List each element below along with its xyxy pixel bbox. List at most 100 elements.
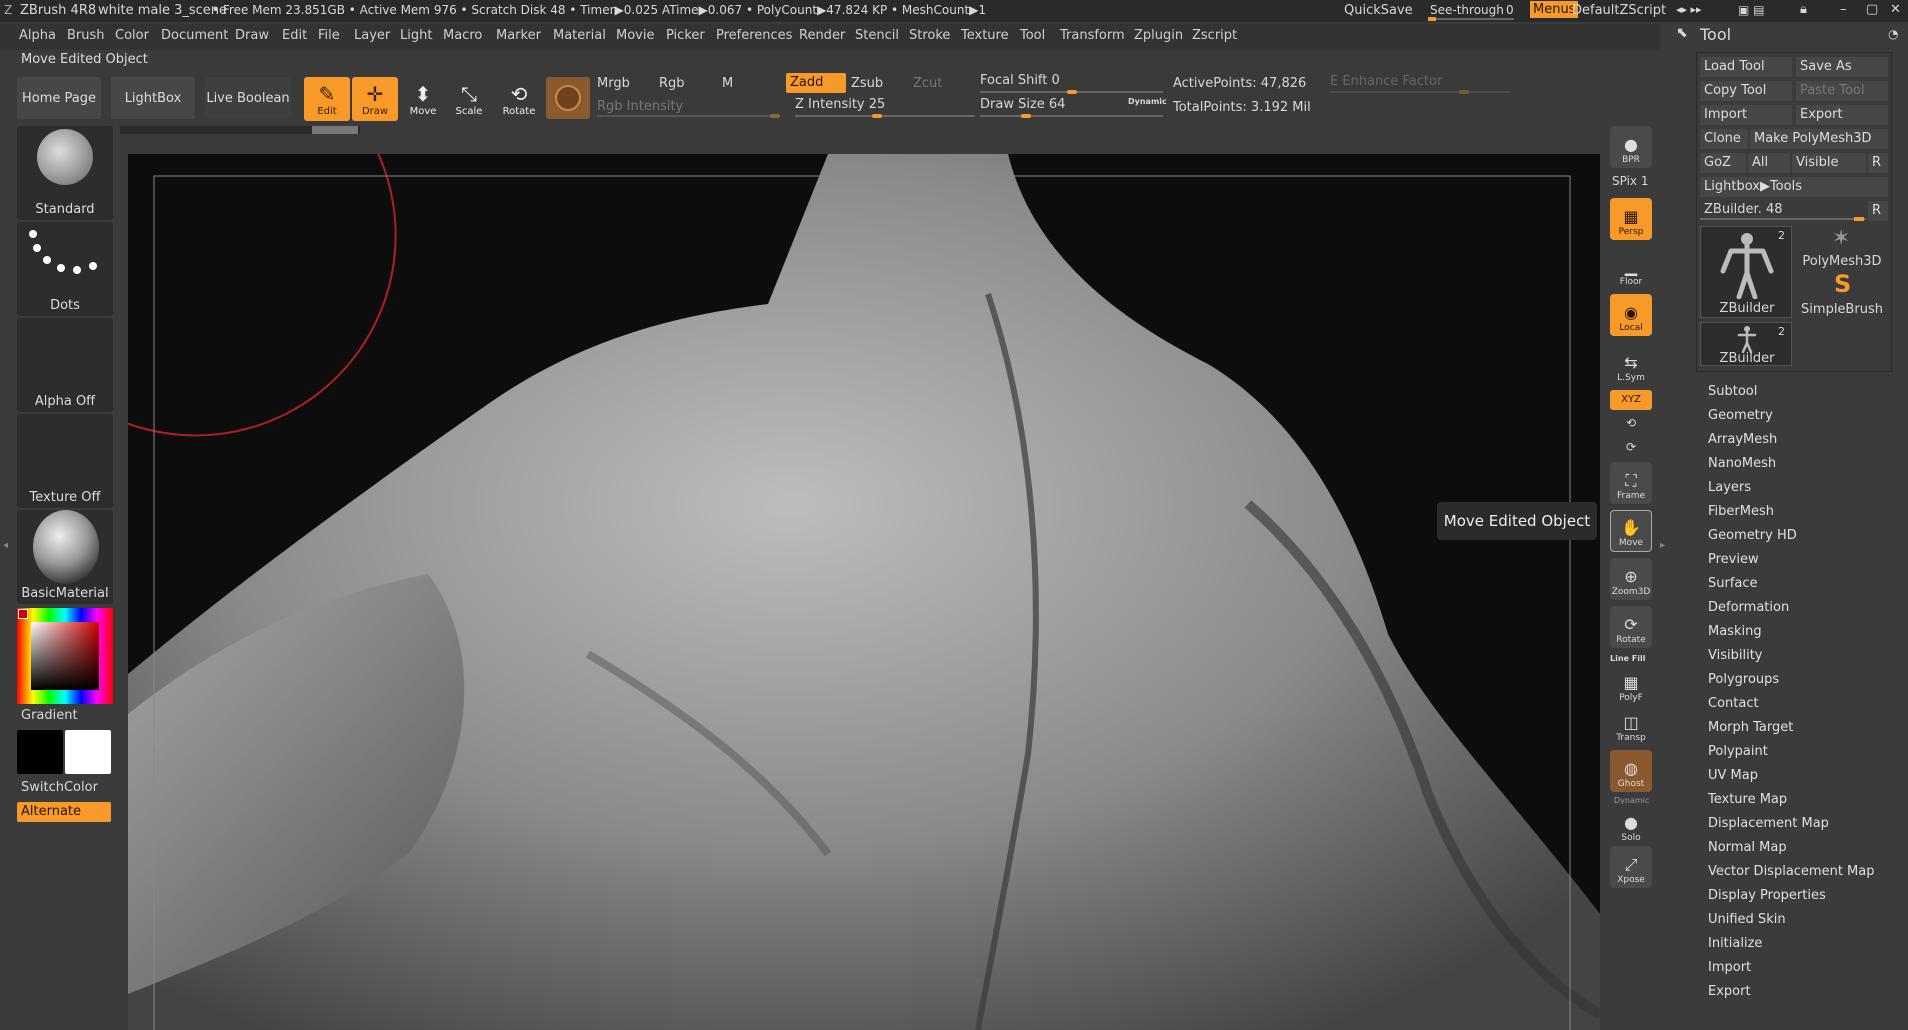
draw-mode-button[interactable]: ✛ Draw <box>352 77 398 121</box>
tool-thumb-zbuilder[interactable]: 2 ZBuilder <box>1700 226 1792 318</box>
copy-tool-button[interactable]: Copy Tool <box>1700 81 1792 101</box>
right-tray-collapse-icon[interactable]: ▸ <box>1660 540 1665 551</box>
rotate-z-icon[interactable]: ⟳ <box>1626 440 1636 454</box>
subpalette-fibermesh[interactable]: FiberMesh <box>1708 504 1774 519</box>
menu-macro[interactable]: Macro <box>443 28 482 43</box>
menu-picker[interactable]: Picker <box>666 28 705 43</box>
color-picker[interactable] <box>17 608 113 704</box>
menu-movie[interactable]: Movie <box>616 28 654 43</box>
subpalette-visibility[interactable]: Visibility <box>1708 648 1762 663</box>
menu-color[interactable]: Color <box>115 28 149 43</box>
goz-all-button[interactable]: All <box>1748 153 1790 173</box>
zsub-button[interactable]: Zsub <box>851 76 883 91</box>
z-intensity-slider[interactable]: Z Intensity 25 <box>795 97 885 112</box>
m-button[interactable]: M <box>722 76 733 91</box>
color-square[interactable] <box>31 622 99 690</box>
menu-material[interactable]: Material <box>553 28 606 43</box>
tool-thumb-zbuilder-2[interactable]: 2 ZBuilder <box>1700 322 1792 366</box>
spix-readout[interactable]: SPix 1 <box>1612 174 1648 188</box>
menu-texture[interactable]: Texture <box>961 28 1009 43</box>
local-button[interactable]: ◉ Local <box>1610 294 1652 336</box>
main-color-swatch[interactable] <box>17 730 63 774</box>
menu-draw[interactable]: Draw <box>235 28 269 43</box>
subpalette-import[interactable]: Import <box>1708 960 1751 975</box>
menu-stencil[interactable]: Stencil <box>855 28 899 43</box>
rgb-button[interactable]: Rgb <box>659 76 685 91</box>
left-tray-collapse-icon[interactable]: ◂ <box>3 540 8 551</box>
subpalette-geometry-hd[interactable]: Geometry HD <box>1708 528 1797 543</box>
subpalette-masking[interactable]: Masking <box>1708 624 1762 639</box>
enhance-factor-knob[interactable] <box>1459 90 1469 94</box>
palette-pin-icon[interactable]: ⬉ <box>1676 25 1688 41</box>
zadd-button[interactable]: Zadd <box>786 73 846 93</box>
layout-arrows-icon[interactable]: ◂▸ ▸▸ <box>1676 3 1702 16</box>
rgb-intensity-knob[interactable] <box>770 114 780 118</box>
ghost-button[interactable]: ◍ Ghost <box>1610 750 1652 792</box>
move-view-button[interactable]: ✋ Move <box>1610 510 1652 552</box>
z-intensity-knob[interactable] <box>872 114 882 118</box>
bpr-render-button[interactable]: ● BPR <box>1610 126 1652 168</box>
clone-button[interactable]: Clone <box>1700 129 1748 149</box>
menu-zplugin[interactable]: Zplugin <box>1134 28 1183 43</box>
secondary-color-swatch[interactable] <box>65 730 111 774</box>
minimize-icon[interactable]: – <box>1840 2 1847 17</box>
zoom3d-button[interactable]: ⊕ Zoom3D <box>1610 558 1652 600</box>
viewport-canvas[interactable] <box>128 154 1600 1030</box>
close-icon[interactable]: ✕ <box>1890 2 1901 17</box>
gradient-toggle[interactable]: Gradient <box>21 708 78 723</box>
xpose-button[interactable]: ⤢ Xpose <box>1610 846 1652 888</box>
menu-marker[interactable]: Marker <box>496 28 541 43</box>
frame-button[interactable]: ⛶ Frame <box>1610 462 1652 504</box>
zcut-button[interactable]: Zcut <box>913 76 942 91</box>
goz-visible-button[interactable]: Visible <box>1792 153 1866 173</box>
menu-zscript[interactable]: Zscript <box>1192 28 1237 43</box>
persp-button[interactable]: ▦ Persp <box>1610 198 1652 240</box>
goz-r-button[interactable]: R <box>1868 153 1888 173</box>
subpalette-nanomesh[interactable]: NanoMesh <box>1708 456 1776 471</box>
menu-light[interactable]: Light <box>400 28 432 43</box>
subpalette-arraymesh[interactable]: ArrayMesh <box>1708 432 1777 447</box>
zbuilder-slider[interactable]: ZBuilder. 48 <box>1700 200 1866 221</box>
quicksave-button[interactable]: QuickSave <box>1344 3 1413 18</box>
subpalette-initialize[interactable]: Initialize <box>1708 936 1762 951</box>
lightbox-tools-button[interactable]: Lightbox▶Tools <box>1700 177 1888 197</box>
subpalette-polygroups[interactable]: Polygroups <box>1708 672 1779 687</box>
subpalette-export[interactable]: Export <box>1708 984 1751 999</box>
transp-button[interactable]: ◫ Transp <box>1610 704 1652 746</box>
maximize-icon[interactable]: ▢ <box>1866 2 1878 17</box>
subpalette-uv-map[interactable]: UV Map <box>1708 768 1758 783</box>
ui-layout-icon[interactable]: ▣ ▤ <box>1738 3 1765 17</box>
rotate-view-button[interactable]: ⟳ Rotate <box>1610 606 1652 648</box>
menu-tool[interactable]: Tool <box>1020 28 1045 43</box>
subpalette-deformation[interactable]: Deformation <box>1708 600 1789 615</box>
floor-button[interactable]: ▁ Floor <box>1610 248 1652 290</box>
menu-file[interactable]: File <box>318 28 340 43</box>
lsym-button[interactable]: ⇆ L.Sym <box>1610 344 1652 386</box>
subpalette-normal-map[interactable]: Normal Map <box>1708 840 1787 855</box>
load-tool-button[interactable]: Load Tool <box>1700 57 1792 77</box>
subpalette-geometry[interactable]: Geometry <box>1708 408 1773 423</box>
subpalette-preview[interactable]: Preview <box>1708 552 1759 567</box>
export-button[interactable]: Export <box>1796 105 1888 125</box>
tool-thumb-polymesh3d[interactable]: ✶ PolyMesh3D <box>1796 226 1888 272</box>
subpalette-contact[interactable]: Contact <box>1708 696 1759 711</box>
menu-stroke[interactable]: Stroke <box>909 28 950 43</box>
shelf-scrollbar[interactable] <box>120 126 360 134</box>
dynamic-toggle[interactable]: Dynamic <box>1128 97 1167 106</box>
home-page-button[interactable]: Home Page <box>17 77 101 119</box>
default-zscript-button[interactable]: DefaultZScript <box>1572 3 1666 18</box>
see-through-slider[interactable]: See-through 0 <box>1428 2 1516 21</box>
rgb-intensity-slider[interactable]: Rgb Intensity <box>597 99 683 114</box>
subpalette-morph-target[interactable]: Morph Target <box>1708 720 1793 735</box>
goz-button[interactable]: GoZ <box>1700 153 1746 173</box>
live-boolean-button[interactable]: Live Boolean <box>205 77 291 119</box>
menu-alpha[interactable]: Alpha <box>19 28 56 43</box>
subpalette-vector-displacement-map[interactable]: Vector Displacement Map <box>1708 864 1875 879</box>
menu-render[interactable]: Render <box>799 28 845 43</box>
menu-layer[interactable]: Layer <box>354 28 390 43</box>
xyz-button[interactable]: XYZ <box>1610 390 1652 410</box>
polypaint-toggle[interactable] <box>546 77 590 119</box>
lock-icon[interactable]: 🔒︎ <box>1800 2 1807 17</box>
tool-palette-title[interactable]: Tool <box>1700 25 1731 44</box>
subpalette-displacement-map[interactable]: Displacement Map <box>1708 816 1829 831</box>
